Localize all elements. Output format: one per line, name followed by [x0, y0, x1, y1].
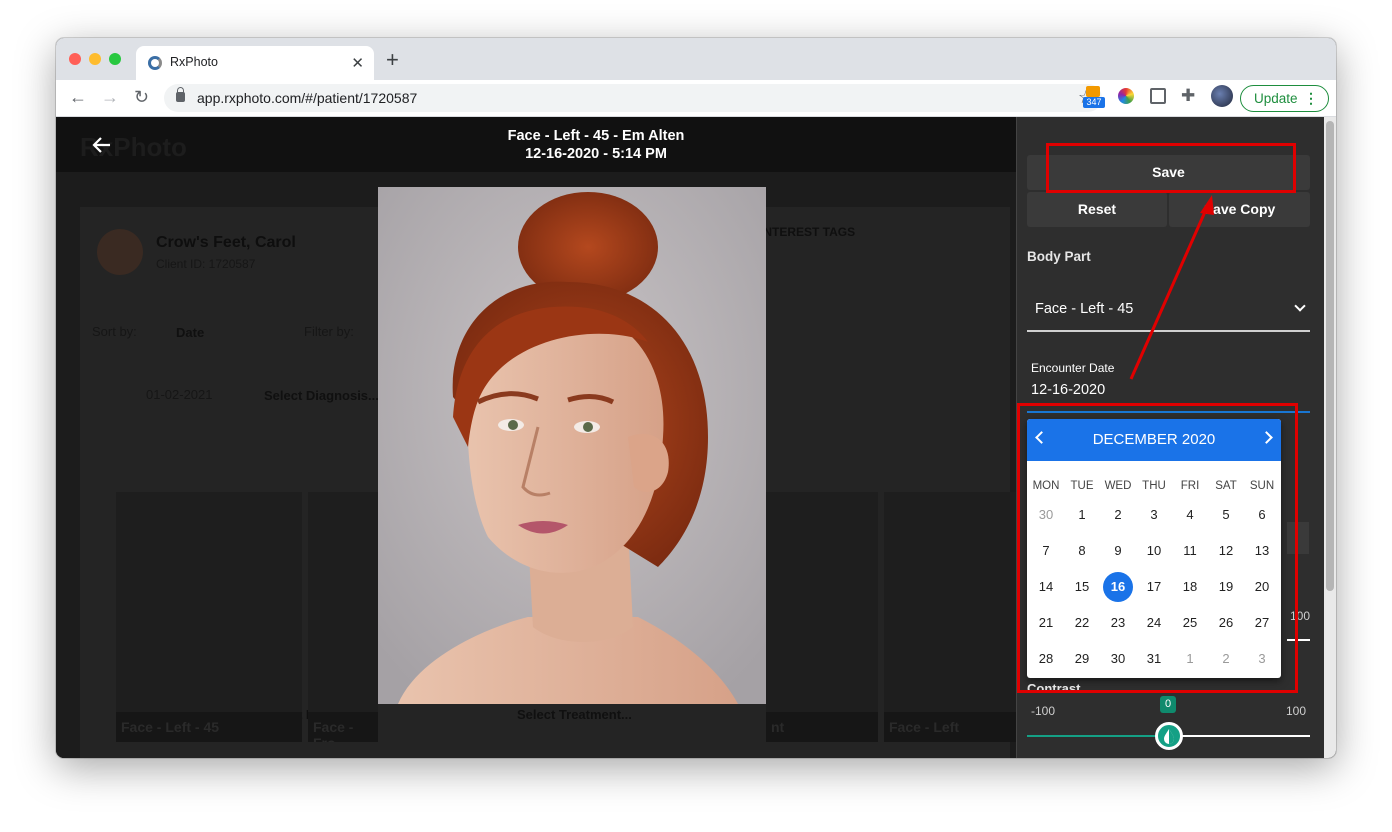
extensions-puzzle-icon[interactable]: ✚: [1181, 86, 1195, 106]
encounter-date-value: 12-16-2020: [1031, 382, 1106, 398]
patient-name: Crow's Feet, Carol: [156, 234, 296, 251]
tab-title: RxPhoto: [170, 55, 218, 69]
patient-photo[interactable]: [378, 187, 766, 704]
lock-icon: [176, 87, 185, 102]
annotation-arrow: [1129, 195, 1214, 380]
thumbnail-label: nt: [766, 712, 878, 742]
scrollbar-thumb[interactable]: [1326, 121, 1334, 591]
more-menu-icon: ⋮: [1304, 90, 1318, 106]
extension-badge-count: 347: [1083, 97, 1105, 108]
new-tab-button[interactable]: +: [386, 49, 399, 71]
back-icon[interactable]: ←: [69, 87, 87, 108]
photo-thumbnail[interactable]: Face - Fro: [308, 492, 378, 742]
maximize-window-button[interactable]: [109, 53, 121, 65]
encounter-date-label: Encounter Date: [1031, 361, 1115, 375]
photo-thumbnail[interactable]: nt: [766, 492, 878, 742]
update-label: Update: [1254, 91, 1298, 106]
chevron-down-icon: [1294, 300, 1306, 312]
thumbnail-label: Face - Fro: [308, 712, 378, 742]
encounter-date-1: 01-02-2021: [146, 387, 213, 402]
browser-window: RxPhoto ✕ + ← → ↻ app.rxphoto.com/#/pati…: [56, 38, 1336, 758]
select-diagnosis-1[interactable]: Select Diagnosis...: [264, 388, 379, 403]
contrast-value-bubble: 0: [1160, 696, 1176, 713]
contrast-min-label: -100: [1031, 704, 1056, 718]
sort-by-label: Sort by:: [92, 324, 137, 339]
interest-tags-label: INTEREST TAGS: [760, 225, 856, 239]
web-content: Crow's Feet, Carol Client ID: 1720587 IN…: [56, 117, 1336, 758]
tab-close-icon[interactable]: ✕: [351, 54, 364, 72]
select-treatment-2[interactable]: Select Treatment...: [517, 707, 632, 722]
tab-strip: RxPhoto ✕ +: [56, 38, 1336, 80]
screenshot-extension-icon[interactable]: [1150, 88, 1166, 104]
thumbnail-label: Face - Left - 45: [116, 712, 302, 742]
profile-avatar[interactable]: [1211, 85, 1233, 107]
extension-badge-icon[interactable]: 347: [1083, 86, 1105, 110]
sort-select[interactable]: Date: [176, 325, 204, 340]
panel-scrollbar[interactable]: [1324, 117, 1336, 758]
filter-by-label: Filter by:: [304, 324, 354, 339]
forward-icon[interactable]: →: [101, 87, 119, 108]
minimize-window-button[interactable]: [89, 53, 101, 65]
calendar-annotation-box: [1017, 403, 1298, 693]
close-window-button[interactable]: [69, 53, 81, 65]
contrast-slider-fill: [1027, 735, 1168, 737]
browser-toolbar: ← → ↻ app.rxphoto.com/#/patient/1720587 …: [56, 80, 1336, 117]
update-button[interactable]: Update ⋮: [1240, 85, 1329, 112]
thumbnail-label: Face - Left: [884, 712, 1016, 742]
contrast-slider-thumb[interactable]: [1155, 722, 1183, 750]
patient-avatar: [97, 229, 143, 275]
client-id: Client ID: 1720587: [156, 257, 256, 271]
photo-title: Face - Left - 45 - Em Alten 12-16-2020 -…: [496, 127, 696, 163]
back-arrow-icon[interactable]: [92, 135, 112, 155]
rxphoto-favicon-icon: [148, 56, 162, 70]
photo-thumbnail[interactable]: Face - Left - 45: [116, 492, 302, 742]
body-part-label: Body Part: [1027, 249, 1091, 264]
url-text: app.rxphoto.com/#/patient/1720587: [197, 90, 418, 106]
reload-icon[interactable]: ↻: [134, 87, 149, 108]
save-annotation-box: [1046, 143, 1296, 193]
viewer-header: RxPhoto Face - Left - 45 - Em Alten 12-1…: [56, 117, 1016, 172]
contrast-max-label: 100: [1286, 704, 1307, 718]
address-bar[interactable]: app.rxphoto.com/#/patient/1720587 ☆: [164, 84, 1102, 112]
browser-tab[interactable]: RxPhoto ✕: [136, 46, 374, 80]
photo-title-line2: 12-16-2020 - 5:14 PM: [525, 146, 667, 162]
photo-thumbnail[interactable]: Face - Left: [884, 492, 1016, 742]
photo-title-line1: Face - Left - 45 - Em Alten: [507, 128, 685, 144]
color-extension-icon[interactable]: [1118, 88, 1134, 104]
